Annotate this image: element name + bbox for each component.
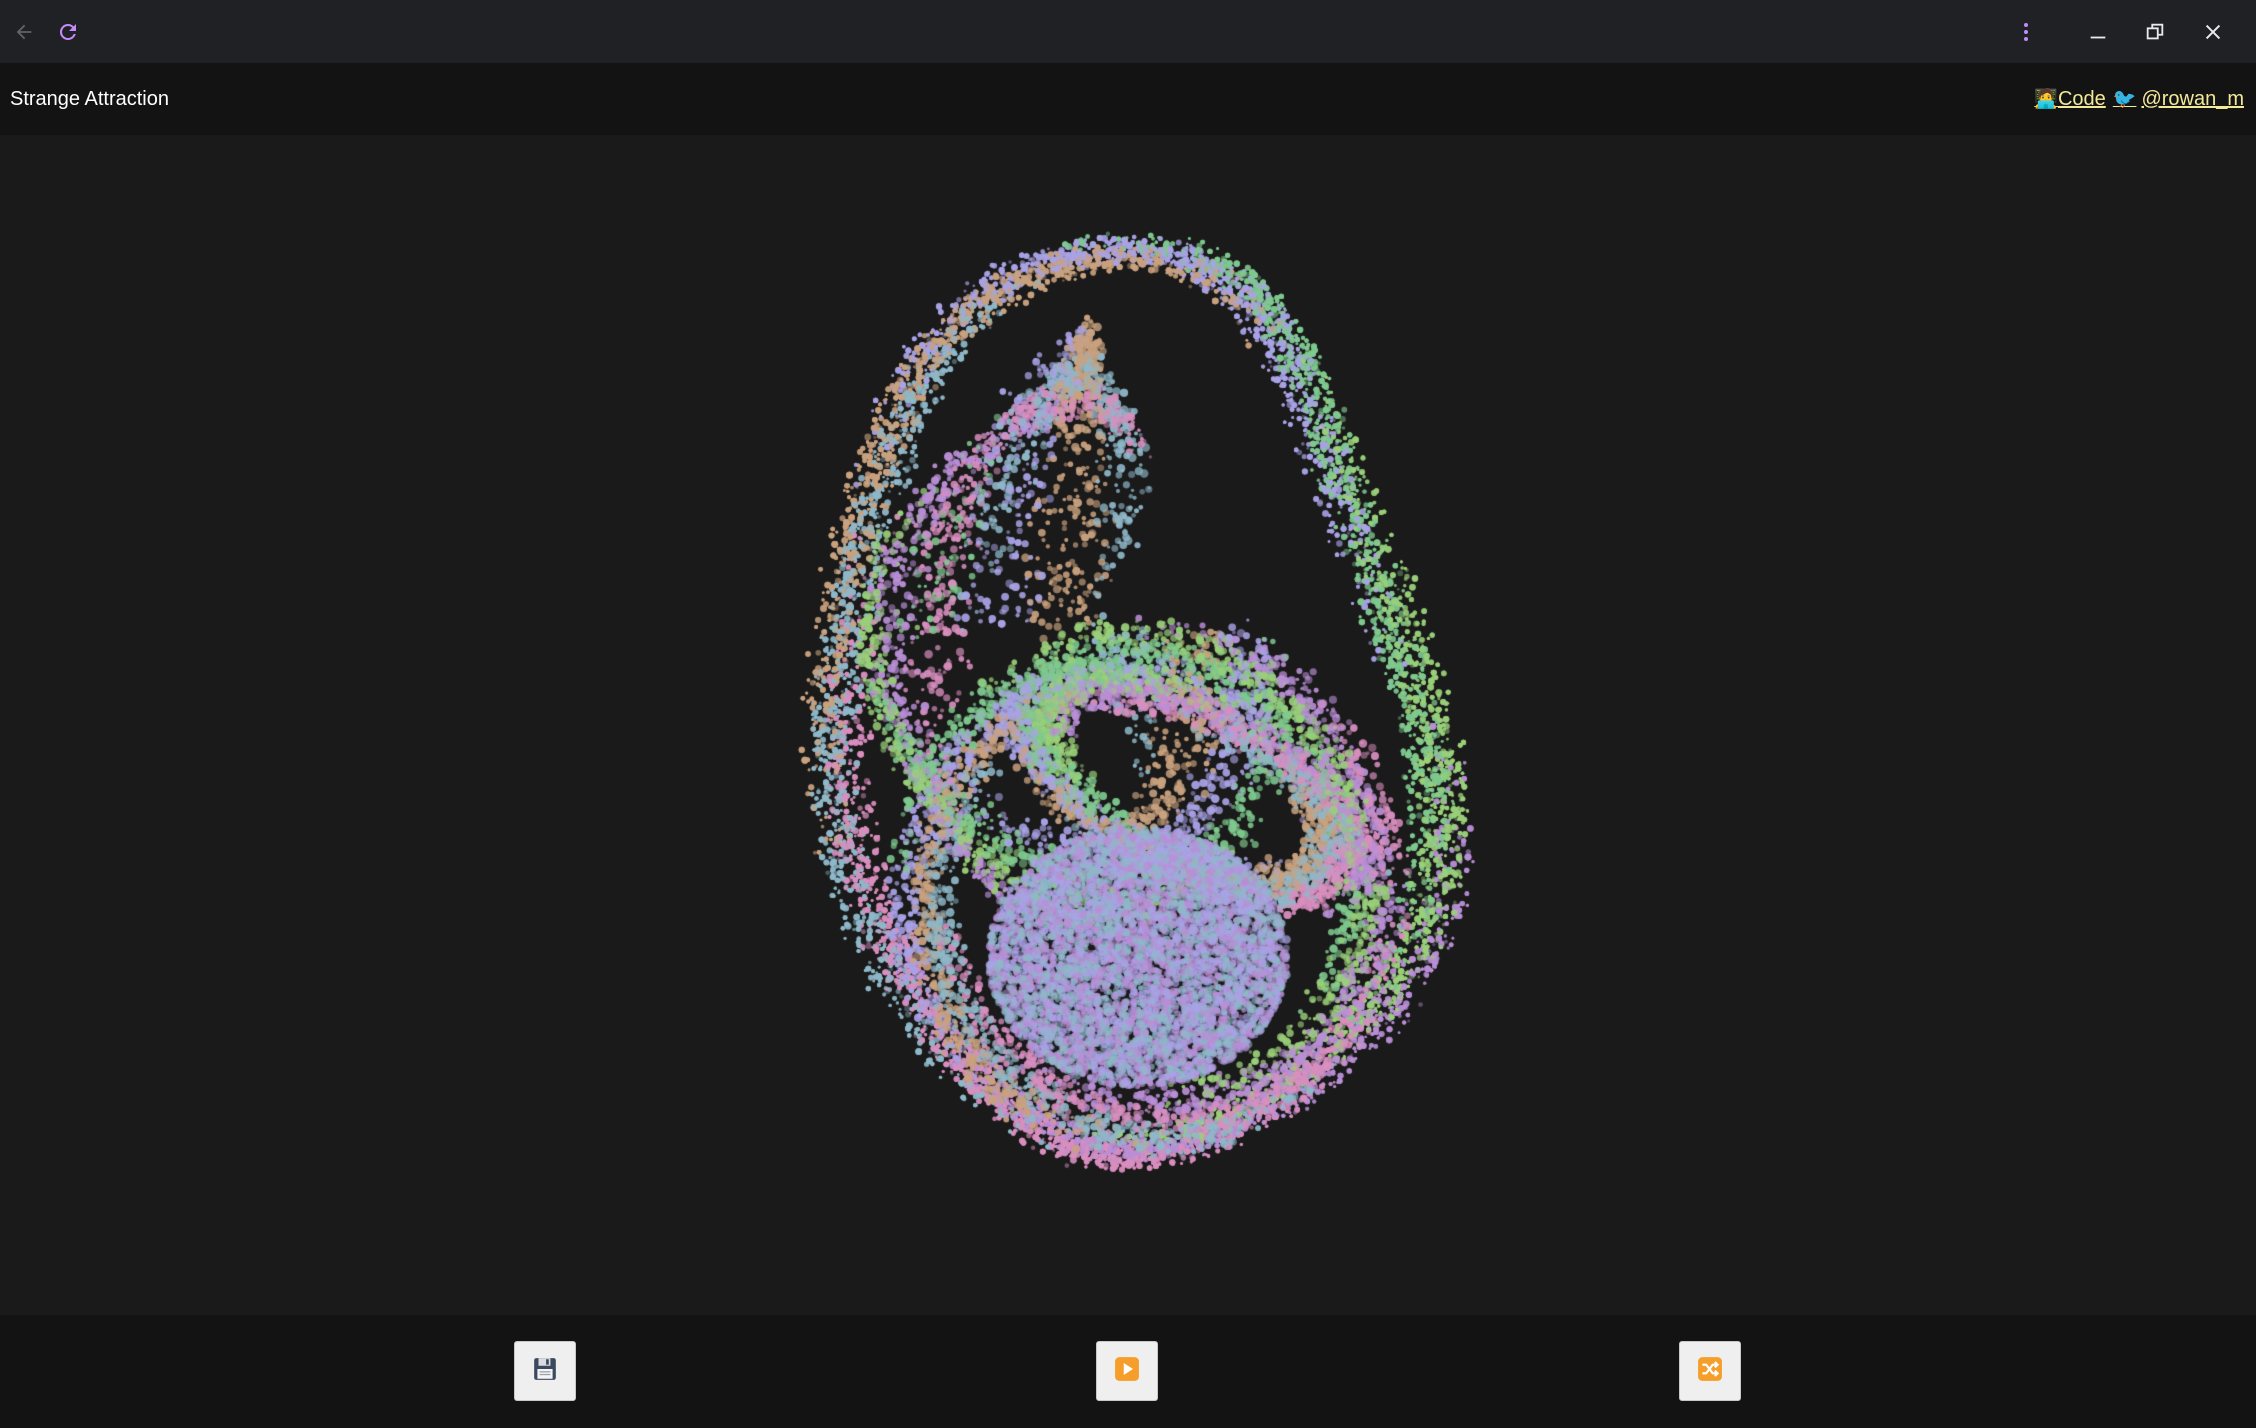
- reload-button[interactable]: [44, 8, 92, 56]
- attractor-stage[interactable]: [0, 135, 2256, 1315]
- code-link-label: Code: [2057, 88, 2106, 110]
- play-icon: [1114, 1356, 1140, 1387]
- more-menu-button[interactable]: [2002, 8, 2050, 56]
- restore-icon: [2144, 21, 2166, 43]
- minimize-icon: [2087, 21, 2109, 43]
- shuffle-icon: [1697, 1356, 1723, 1387]
- shuffle-button[interactable]: [1679, 1341, 1741, 1401]
- minimize-button[interactable]: [2074, 8, 2122, 56]
- technologist-icon: 🧑‍💻: [2034, 88, 2058, 110]
- twitter-handle: @rowan_m: [2141, 88, 2244, 110]
- play-button[interactable]: [1096, 1341, 1158, 1401]
- back-arrow-icon: [13, 21, 35, 43]
- close-window-button[interactable]: [2189, 8, 2237, 56]
- header-links: 🧑‍💻 Code 🐦 @rowan_m: [2034, 63, 2244, 135]
- page-title: Strange Attraction: [10, 88, 169, 110]
- more-vert-icon: [2014, 20, 2038, 44]
- browser-titlebar: [0, 0, 2256, 63]
- twitter-link[interactable]: 🐦 @rowan_m: [2113, 63, 2244, 135]
- reload-icon: [56, 20, 80, 44]
- close-icon: [2202, 21, 2224, 43]
- code-link[interactable]: 🧑‍💻 Code: [2034, 63, 2105, 135]
- bird-icon: 🐦: [2112, 88, 2137, 110]
- restore-button[interactable]: [2131, 8, 2179, 56]
- app-header: Strange Attraction 🧑‍💻 Code 🐦 @rowan_m: [0, 63, 2256, 135]
- back-button[interactable]: [0, 8, 48, 56]
- attractor-canvas[interactable]: [0, 135, 2256, 1315]
- control-bar: [0, 1315, 2256, 1428]
- floppy-disk-icon: [532, 1356, 558, 1387]
- save-button[interactable]: [514, 1341, 576, 1401]
